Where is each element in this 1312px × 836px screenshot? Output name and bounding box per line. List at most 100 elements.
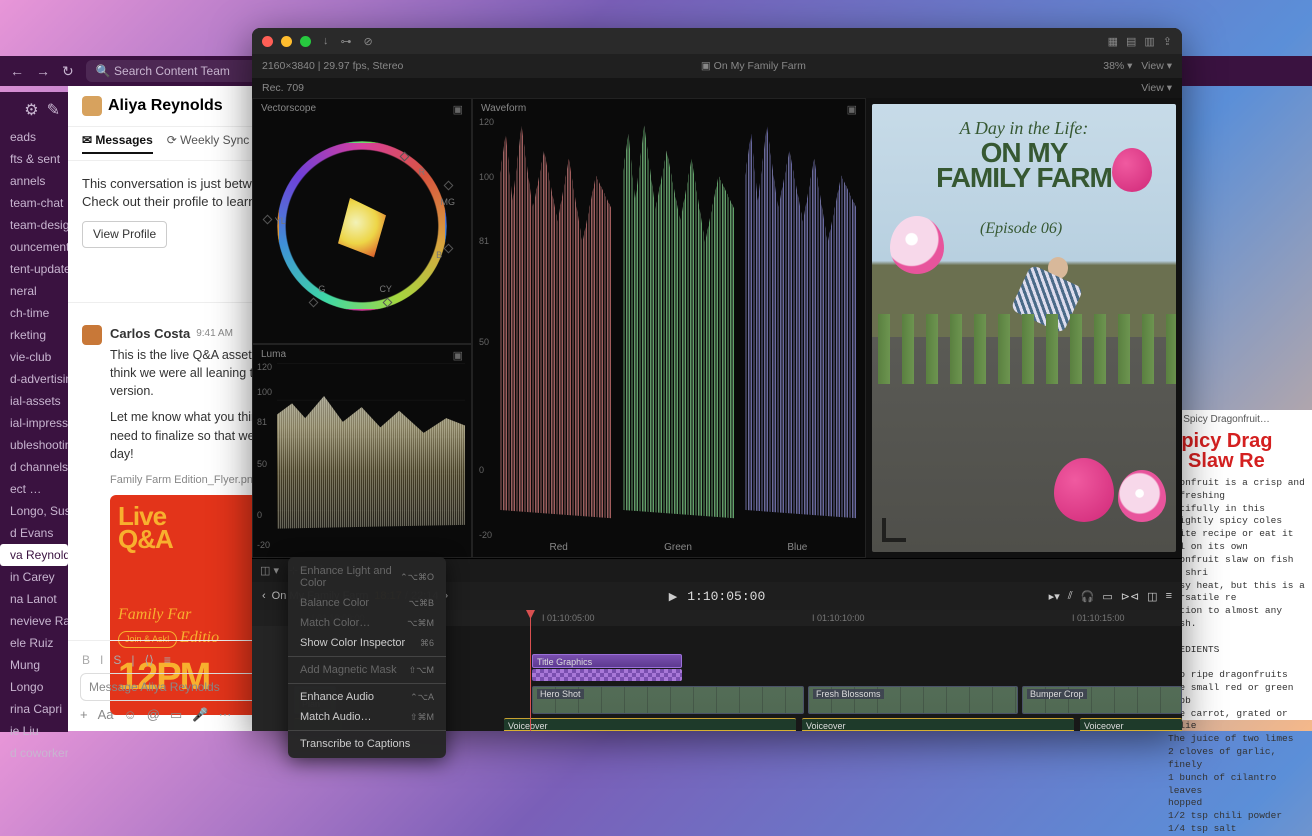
compose-icon[interactable]: ✎ bbox=[47, 100, 60, 120]
menu-item[interactable]: Show Color Inspector⌘6 bbox=[288, 633, 446, 653]
compose-icon[interactable]: @ bbox=[147, 707, 160, 723]
sidebar-item[interactable]: rina Capri bbox=[0, 698, 68, 720]
crop-indicator-icon bbox=[882, 518, 906, 542]
tab-weekly[interactable]: ⟳ Weekly Sync bbox=[167, 133, 250, 154]
menu-item: Match Color…⌥⌘M bbox=[288, 613, 446, 633]
tool-icon[interactable]: ▸▾ bbox=[1049, 590, 1060, 603]
minimize-icon[interactable] bbox=[281, 36, 292, 47]
avatar bbox=[82, 325, 102, 345]
sidebar-item[interactable]: annels bbox=[0, 170, 68, 192]
colorspace-label: Rec. 709 bbox=[262, 82, 304, 94]
compose-icon[interactable]: ⋯ bbox=[218, 707, 231, 723]
share-icon[interactable]: ⇪ bbox=[1163, 35, 1172, 48]
clip-voiceover[interactable]: Voiceover bbox=[504, 718, 796, 731]
keyword-icon[interactable]: ⊶ bbox=[341, 35, 352, 48]
sidebar-item[interactable]: na Lanot bbox=[0, 588, 68, 610]
clip-title[interactable]: Title Graphics bbox=[532, 654, 682, 668]
view-dropdown[interactable]: View ▾ bbox=[1141, 82, 1172, 94]
history-icon[interactable]: ↻ bbox=[62, 63, 74, 80]
headphones-icon[interactable]: 🎧 bbox=[1081, 590, 1095, 603]
clip-video[interactable]: Bumper Crop bbox=[1022, 686, 1182, 714]
sidebar-item[interactable]: rketing bbox=[0, 324, 68, 346]
vectorscope: Vectorscope ▣ R MG B CY G YL bbox=[252, 98, 472, 344]
zoom-icon[interactable] bbox=[300, 36, 311, 47]
dm-name: Aliya Reynolds bbox=[108, 97, 223, 115]
menu-item[interactable]: Match Audio…⇧⌘M bbox=[288, 707, 446, 727]
sidebar-item[interactable]: vie-club bbox=[0, 346, 68, 368]
sidebar-item[interactable]: Longo, Susi… bbox=[0, 500, 68, 522]
rgb-parade: Waveform ▣ 120 100 81 50 0 -20 Red Green… bbox=[472, 98, 866, 558]
filter-icon[interactable]: ⚙ bbox=[24, 100, 38, 120]
sidebar-item[interactable]: in Carey bbox=[0, 566, 68, 588]
luma-scope: Luma ▣ 120 100 81 50 0 -20 bbox=[252, 344, 472, 558]
tool-icon[interactable]: ▭ bbox=[1102, 590, 1112, 603]
sidebar-item[interactable]: tent-updates bbox=[0, 258, 68, 280]
clip-video[interactable]: Hero Shot bbox=[532, 686, 804, 714]
sidebar-item[interactable]: Mung bbox=[0, 654, 68, 676]
sidebar-item[interactable]: va Reynolds bbox=[0, 544, 68, 566]
layout-icon[interactable]: ▥ bbox=[1144, 35, 1154, 48]
sidebar-item[interactable]: team-design bbox=[0, 214, 68, 236]
titlebar: ↓ ⊶ ⊘ ▦ ▤ ▥ ⇪ bbox=[252, 28, 1182, 54]
sidebar-item[interactable]: Longo bbox=[0, 676, 68, 698]
sidebar-item[interactable]: team-chat bbox=[0, 192, 68, 214]
snap-icon[interactable]: ⊳⊲ bbox=[1121, 590, 1139, 603]
compose-icon[interactable]: ☺ bbox=[124, 707, 137, 723]
compose-icon[interactable]: + bbox=[80, 707, 88, 723]
recipe-body: agonfruit is a crisp and refreshing outi… bbox=[1168, 477, 1306, 836]
infobar: 2160×3840 | 29.97 fps, Stereo ▣ On My Fa… bbox=[252, 54, 1182, 78]
recipe-tab[interactable]: 📄 Spicy Dragonfruit… bbox=[1168, 414, 1306, 425]
clip-video[interactable]: Fresh Blossoms bbox=[808, 686, 1018, 714]
import-icon[interactable]: ↓ bbox=[323, 35, 329, 47]
compose-icon[interactable]: ▭ bbox=[170, 707, 182, 723]
sidebar-item[interactable]: ouncements bbox=[0, 236, 68, 258]
msg-author: Carlos Costa bbox=[110, 325, 190, 344]
dragonfruit-icon bbox=[890, 216, 944, 274]
sidebar-item[interactable]: d Evans bbox=[0, 522, 68, 544]
sidebar-item[interactable]: d-advertising bbox=[0, 368, 68, 390]
menu-item: Balance Color⌥⌘B bbox=[288, 593, 446, 613]
sidebar-item[interactable]: neral bbox=[0, 280, 68, 302]
avatar bbox=[82, 96, 102, 116]
compose-icon[interactable]: Aa bbox=[98, 707, 114, 723]
forward-icon[interactable]: → bbox=[36, 63, 50, 79]
sidebar-item[interactable]: ial-impressi… bbox=[0, 412, 68, 434]
context-menu: Enhance Light and Color⌃⌥⌘OBalance Color… bbox=[288, 557, 446, 758]
play-icon[interactable]: ▶ bbox=[669, 590, 677, 603]
sidebar-item[interactable]: ele Ruiz bbox=[0, 632, 68, 654]
tool-icon[interactable]: ◫ ▾ bbox=[260, 564, 279, 577]
view-profile-button[interactable]: View Profile bbox=[82, 221, 167, 248]
playhead[interactable] bbox=[530, 610, 531, 731]
sidebar-item[interactable]: ial-assets bbox=[0, 390, 68, 412]
dragonfruit-icon bbox=[1054, 458, 1114, 522]
clip-title-fx[interactable] bbox=[532, 669, 682, 681]
settings-icon[interactable]: ▣ bbox=[847, 103, 857, 116]
menu-item[interactable]: Transcribe to Captions bbox=[288, 734, 446, 754]
sidebar-item[interactable]: ubleshooting bbox=[0, 434, 68, 456]
sidebar-item[interactable]: d channels bbox=[0, 456, 68, 478]
clip-voiceover[interactable]: Voiceover bbox=[1080, 718, 1182, 731]
settings-icon[interactable]: ▣ bbox=[453, 103, 463, 116]
search-input[interactable]: 🔍 Search Content Team bbox=[86, 60, 266, 82]
sidebar-item[interactable]: ch-time bbox=[0, 302, 68, 324]
sidebar-item[interactable]: ie Liu bbox=[0, 720, 68, 742]
sidebar-item[interactable]: fts & sent bbox=[0, 148, 68, 170]
tool-icon[interactable]: ⫽ bbox=[1068, 590, 1073, 603]
layout-icon[interactable]: ▦ bbox=[1108, 35, 1118, 48]
tool-icon[interactable]: ≡ bbox=[1166, 590, 1172, 602]
sidebar-item[interactable]: nevieve Rac… bbox=[0, 610, 68, 632]
compose-icon[interactable]: 🎤 bbox=[192, 707, 208, 723]
tab-messages[interactable]: ✉ Messages bbox=[82, 133, 153, 154]
prev-icon[interactable]: ‹ bbox=[262, 590, 266, 602]
timecode: 1:10:05:00 bbox=[687, 589, 765, 604]
menu-item[interactable]: Enhance Audio⌃⌥A bbox=[288, 687, 446, 707]
layout-icon[interactable]: ▤ bbox=[1126, 35, 1136, 48]
back-icon[interactable]: ← bbox=[10, 63, 24, 79]
tool-icon[interactable]: ◫ bbox=[1147, 590, 1157, 603]
sidebar-item[interactable]: d coworkers bbox=[0, 742, 68, 764]
sidebar-item[interactable]: eads bbox=[0, 126, 68, 148]
sidebar-item[interactable]: ect … bbox=[0, 478, 68, 500]
bg-icon[interactable]: ⊘ bbox=[364, 35, 373, 48]
close-icon[interactable] bbox=[262, 36, 273, 47]
clip-voiceover[interactable]: Voiceover bbox=[802, 718, 1074, 731]
